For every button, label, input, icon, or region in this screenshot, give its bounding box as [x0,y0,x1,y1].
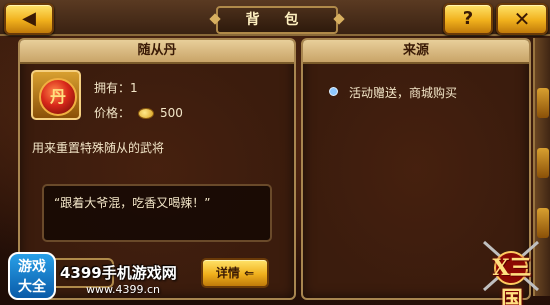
side-tab[interactable] [537,148,549,178]
site-logo-text-1: 游戏 [18,259,46,275]
side-tab[interactable] [537,208,549,238]
close-button[interactable]: ✕ [496,3,548,35]
source-title: 来源 [303,40,529,64]
page-title: 背 包 [216,6,338,34]
source-item: 活动赠送，商城购买 [349,86,458,100]
detail-label: 详情 [215,266,240,280]
item-icon-slot[interactable]: 丹 [31,70,81,120]
red-pill-icon: 丹 [39,78,77,116]
site-url: www.4399.cn [86,283,160,296]
site-logo-text-2: 大全 [18,279,46,295]
item-description: 用来重置特殊随从的武将 [32,141,165,155]
quote-box: “跟着大爷混，吃香又喝辣！” [42,184,272,242]
item-icon-glyph: 丹 [49,87,66,106]
triangle-left-icon: ◀ [22,8,36,29]
site-name: 4399手机游戏网 [60,264,177,282]
detail-button[interactable]: 详情 ⇐ [201,258,269,288]
arrow-left-icon: ⇐ [244,266,255,280]
game-logo: X三国 [492,255,532,305]
top-bar: ◀ 背 包 ? ✕ [0,0,550,36]
question-mark-icon: ? [462,8,474,29]
close-icon: ✕ [513,7,531,31]
price-row: 价格： 500 [94,104,183,121]
price-value: 500 [160,106,183,120]
bullet-icon [329,87,338,96]
coin-icon [138,108,155,119]
item-quote: “跟着大爷混，吃香又喝辣！” [54,196,211,210]
game-screen: ◀ 背 包 ? ✕ 随从丹 丹 拥有：1 价格： 500 用来重置特殊随从的武将 … [0,0,550,305]
own-count: 拥有：1 [94,81,138,95]
back-button[interactable]: ◀ [4,3,54,35]
item-name: 随从丹 [20,40,294,64]
site-logo: 游戏 大全 [8,252,56,300]
help-button[interactable]: ? [443,3,493,35]
price-label: 价格： [94,106,131,120]
item-detail-panel: 随从丹 丹 拥有：1 价格： 500 用来重置特殊随从的武将 “跟着大爷混，吃香又… [18,38,296,300]
side-tab[interactable] [537,88,549,118]
